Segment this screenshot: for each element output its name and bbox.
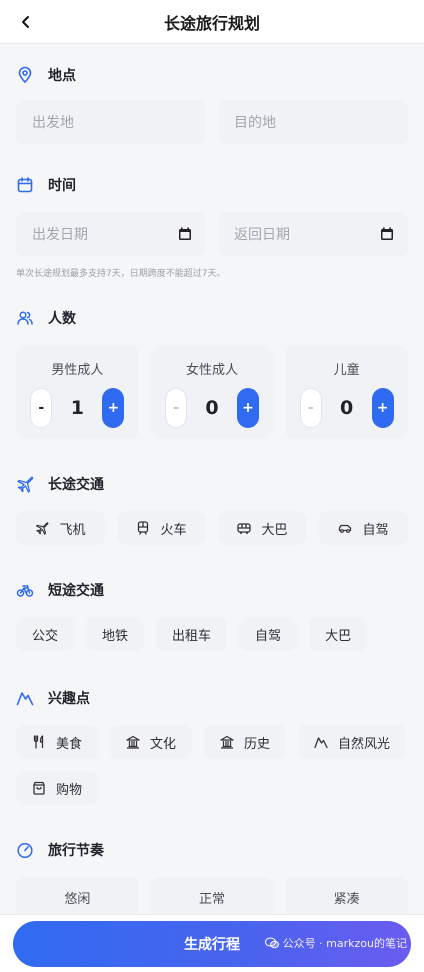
option-self-drive[interactable]: 自驾 [319, 511, 408, 545]
option-nature[interactable]: 自然风光 [298, 725, 407, 759]
back-button[interactable] [12, 8, 40, 36]
option-history[interactable]: 历史 [204, 725, 287, 759]
shopping-bag-icon [33, 781, 45, 795]
decrement-button[interactable]: - [165, 388, 187, 428]
location-fields: 出发地 目的地 [16, 100, 408, 144]
increment-button[interactable]: + [102, 388, 125, 428]
watermark: 公众号 · markzou的笔记 [264, 935, 407, 951]
landmark-icon [220, 735, 234, 749]
long-transport-options: 飞机 火车 大巴 自驾 [16, 511, 408, 545]
option-shopping[interactable]: 购物 [16, 771, 99, 805]
return-date-input[interactable]: 返回日期 [218, 212, 408, 256]
child-counter: 儿童 - 0 + [285, 345, 409, 439]
depart-date-input[interactable]: 出发日期 [16, 212, 206, 256]
utensils-icon [33, 735, 44, 749]
people-counters: 男性成人 - 1 + 女性成人 - 0 + 儿童 - 0 + [16, 345, 409, 439]
time-section-title: 时间 [16, 174, 408, 196]
option-plane[interactable]: 飞机 [16, 511, 105, 545]
decrement-button[interactable]: - [30, 388, 53, 428]
decrement-button[interactable]: - [299, 388, 322, 428]
male-adult-counter: 男性成人 - 1 + [16, 345, 139, 439]
interest-options: 美食 文化 历史 自然风光 购物 [16, 725, 408, 805]
mountain-icon [314, 737, 328, 749]
train-icon [138, 521, 149, 535]
counter-value: 0 [205, 397, 219, 419]
increment-button[interactable]: + [236, 388, 259, 428]
counter-value: 0 [340, 397, 354, 419]
female-adult-counter: 女性成人 - 0 + [150, 345, 274, 439]
date-hint: 单次长途规划最多支持7天，日期跨度不能超过7天。 [16, 269, 226, 279]
bicycle-icon [16, 584, 34, 597]
option-public-bus[interactable]: 公交 [16, 617, 75, 651]
pace-section-title: 旅行节奏 [16, 839, 408, 861]
long-transport-section-title: 长途交通 [16, 473, 408, 495]
origin-input[interactable]: 出发地 [16, 100, 206, 144]
short-transport-options: 公交 地铁 出租车 自驾 大巴 [16, 617, 408, 651]
gauge-icon [17, 842, 33, 859]
counter-value: 1 [70, 397, 84, 419]
option-subway[interactable]: 地铁 [86, 617, 145, 651]
option-food[interactable]: 美食 [16, 725, 99, 759]
pace-options: 悠闲 正常 紧凑 [16, 877, 409, 917]
plane-icon [36, 522, 49, 535]
mountain-icon [16, 692, 34, 706]
form-content: 地点 出发地 目的地 时间 出发日期 返回日期 单次长途规划最多支持7天，日期跨… [0, 64, 424, 917]
calendar-picker-icon[interactable] [178, 227, 192, 241]
option-compact[interactable]: 紧凑 [285, 877, 409, 917]
option-coach[interactable]: 大巴 [309, 617, 368, 651]
option-normal[interactable]: 正常 [150, 877, 274, 917]
header: 长途旅行规划 [0, 0, 424, 44]
option-taxi[interactable]: 出租车 [156, 617, 228, 651]
option-culture[interactable]: 文化 [110, 725, 193, 759]
car-icon [339, 524, 352, 533]
option-bus[interactable]: 大巴 [218, 511, 307, 545]
wechat-icon [264, 937, 279, 948]
people-section-title: 人数 [16, 307, 408, 329]
footer-bar: 生成行程 公众号 · markzou的笔记 [0, 914, 424, 972]
map-pin-icon [18, 66, 32, 84]
increment-button[interactable]: + [371, 388, 394, 428]
page-title: 长途旅行规划 [163, 13, 260, 33]
interests-section-title: 兴趣点 [16, 687, 408, 709]
destination-input[interactable]: 目的地 [218, 100, 408, 144]
date-fields: 出发日期 返回日期 [16, 212, 408, 256]
users-icon [17, 311, 33, 325]
generate-itinerary-button[interactable]: 生成行程 公众号 · markzou的笔记 [13, 920, 411, 967]
chevron-left-icon [22, 16, 29, 28]
landmark-icon [126, 735, 140, 749]
option-leisurely[interactable]: 悠闲 [16, 877, 139, 917]
plane-icon [17, 476, 34, 493]
short-transport-section-title: 短途交通 [16, 579, 408, 601]
location-section-title: 地点 [16, 64, 408, 86]
option-train[interactable]: 火车 [117, 511, 206, 545]
bus-icon [237, 523, 252, 534]
calendar-picker-icon[interactable] [380, 227, 394, 241]
calendar-icon [17, 177, 33, 193]
option-self-drive[interactable]: 自驾 [239, 617, 298, 651]
